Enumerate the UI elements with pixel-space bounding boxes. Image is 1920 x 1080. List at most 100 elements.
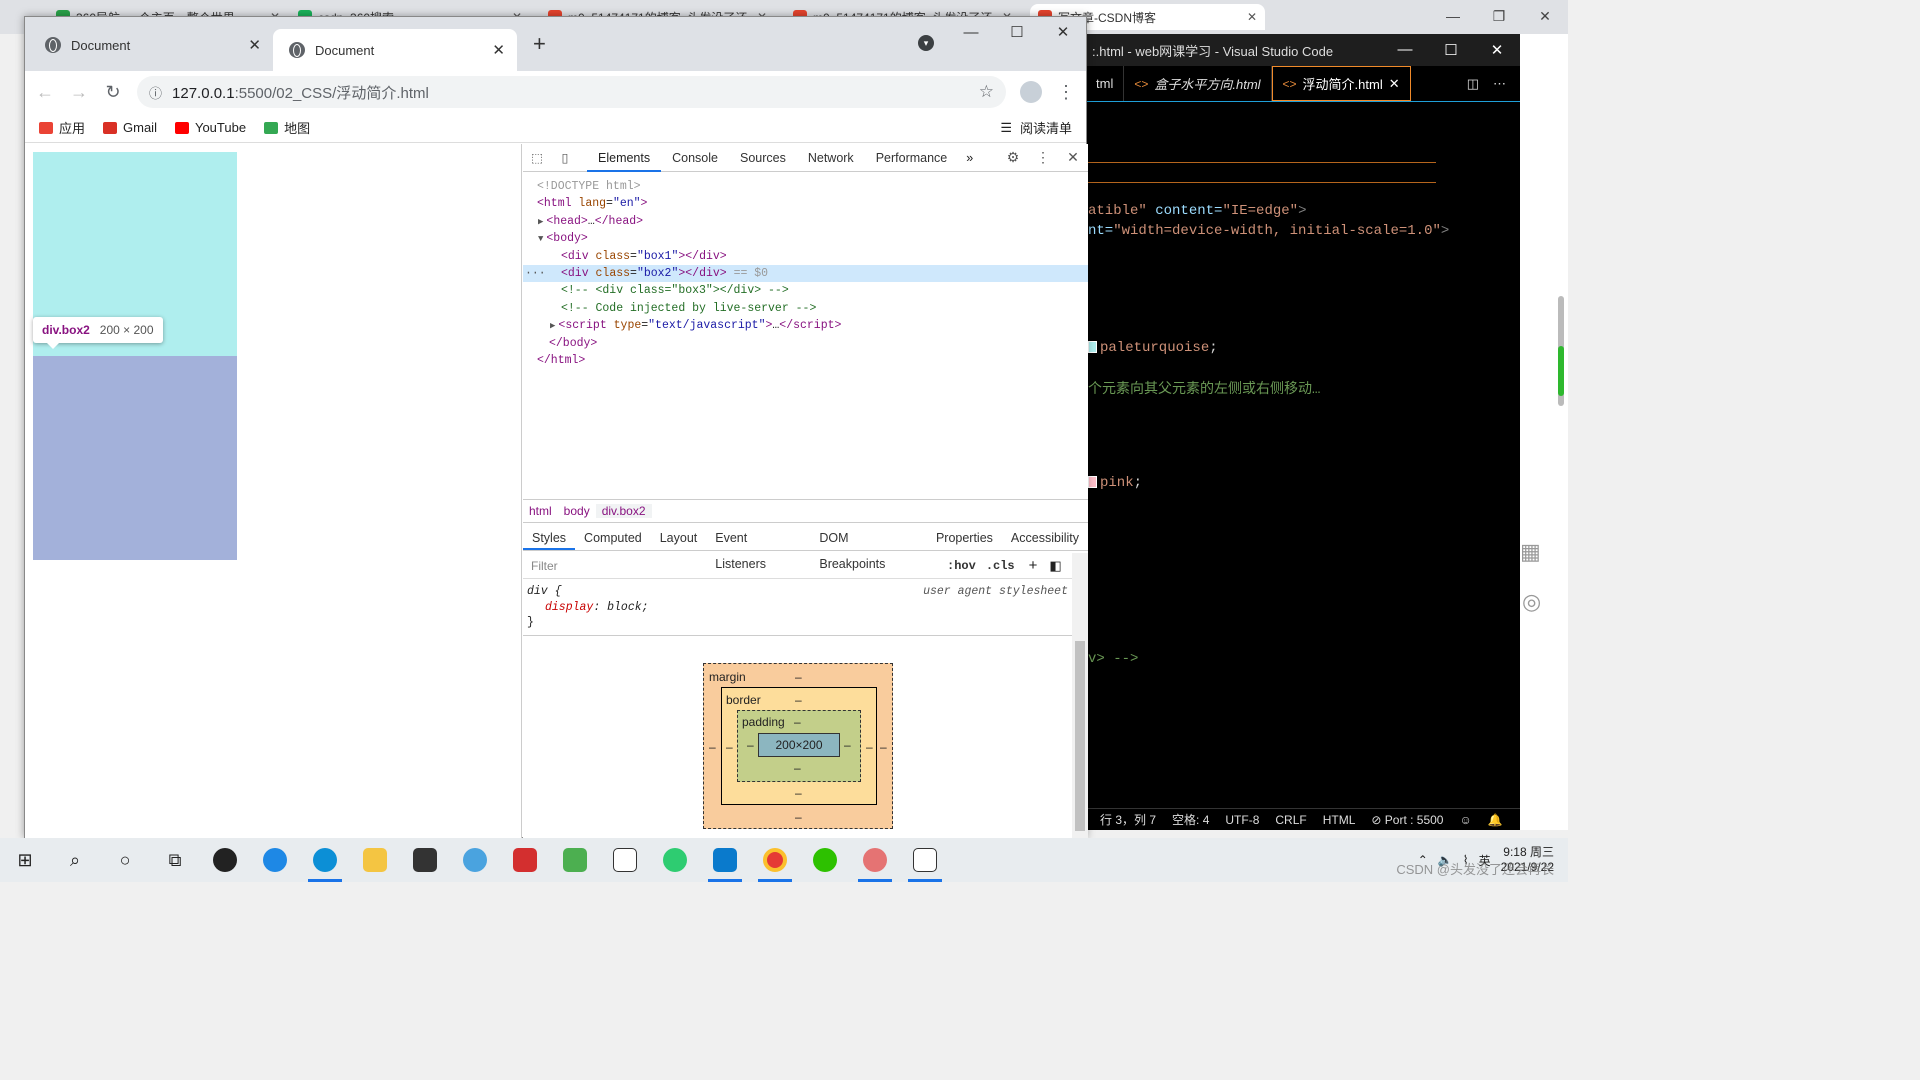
- close-icon[interactable]: ✕: [1040, 17, 1086, 49]
- hov-button[interactable]: :hov: [947, 559, 976, 573]
- expand-arrow-icon[interactable]: ▶: [550, 321, 555, 331]
- feedback-icon[interactable]: ☺: [1459, 813, 1471, 827]
- typora-icon[interactable]: [600, 838, 650, 882]
- back-icon[interactable]: ←: [35, 82, 55, 103]
- color-swatch[interactable]: [1088, 476, 1097, 489]
- restore-icon[interactable]: ❐: [1476, 0, 1522, 34]
- dom-node[interactable]: <!DOCTYPE html>: [523, 178, 1088, 195]
- minimize-icon[interactable]: —: [948, 17, 994, 49]
- bookmark-item[interactable]: Gmail: [103, 118, 157, 137]
- browser-tab[interactable]: Document ✕: [273, 29, 517, 71]
- store-icon[interactable]: [400, 838, 450, 882]
- vscode-icon[interactable]: [700, 838, 750, 882]
- close-tab-icon[interactable]: ✕: [492, 41, 505, 59]
- kebab-menu-icon[interactable]: ⋮: [1028, 149, 1058, 166]
- css-rule[interactable]: div { display: block; } user agent style…: [523, 582, 1072, 636]
- chrome-icon[interactable]: [750, 838, 800, 882]
- expand-arrow-icon[interactable]: ▼: [538, 234, 543, 244]
- app-red-icon[interactable]: [500, 838, 550, 882]
- code-editor[interactable]: atible" content="IE=edge"> nt="width=devi…: [1086, 102, 1520, 808]
- typora-2-icon[interactable]: [900, 838, 950, 882]
- app-icon[interactable]: [200, 838, 250, 882]
- maximize-icon[interactable]: ☐: [994, 17, 1040, 49]
- more-actions-icon[interactable]: ⋯: [1493, 76, 1506, 92]
- styles-subtab[interactable]: Properties: [927, 525, 1002, 550]
- task-view-icon[interactable]: ⧉: [150, 838, 200, 882]
- dom-node[interactable]: <div class="box1"></div>: [523, 248, 1088, 265]
- address-bar[interactable]: ⓘ 127.0.0.1:5500/02_CSS/浮动简介.html ☆: [137, 76, 1006, 108]
- inspect-element-icon[interactable]: ⬚: [523, 150, 551, 165]
- close-tab-icon[interactable]: ✕: [1247, 10, 1257, 24]
- app-green-icon[interactable]: [550, 838, 600, 882]
- styles-subtab[interactable]: Event Listeners: [706, 525, 810, 571]
- styles-subtab[interactable]: Styles: [523, 525, 576, 550]
- notifications-icon[interactable]: 🔔: [1488, 813, 1503, 827]
- editor-tab[interactable]: <> 盒子水平方向.html: [1124, 66, 1272, 101]
- browser-tab[interactable]: Document ✕: [29, 29, 273, 61]
- minimize-icon[interactable]: —: [1382, 41, 1428, 59]
- profile-avatar-icon[interactable]: [1020, 81, 1042, 103]
- dom-node[interactable]: ··· <div class="box2"></div> == $0: [523, 265, 1088, 282]
- support-icon[interactable]: ◎: [1522, 589, 1541, 615]
- devtools-tab[interactable]: Performance: [865, 144, 959, 172]
- devtools-tab[interactable]: Console: [661, 144, 729, 172]
- dom-node[interactable]: <!-- <div class="box3"></div> -->: [523, 282, 1088, 299]
- file-explorer-icon[interactable]: [350, 838, 400, 882]
- styles-subtab[interactable]: Accessibility: [1002, 525, 1088, 550]
- close-icon[interactable]: ✕: [1522, 0, 1568, 34]
- split-editor-icon[interactable]: ◫: [1467, 76, 1479, 92]
- dom-node[interactable]: </body>: [523, 335, 1088, 352]
- close-tab-icon[interactable]: ✕: [1389, 76, 1400, 92]
- node-actions-icon[interactable]: ···: [525, 265, 546, 282]
- tab-search-icon[interactable]: ▾: [918, 35, 934, 51]
- close-tab-icon[interactable]: ✕: [248, 36, 261, 54]
- dom-node[interactable]: <html lang="en">: [523, 195, 1088, 212]
- app-flower-icon[interactable]: [850, 838, 900, 882]
- styles-subtab[interactable]: Computed: [575, 525, 651, 550]
- status-item[interactable]: HTML: [1323, 813, 1356, 827]
- styles-subtab[interactable]: Layout: [651, 525, 707, 550]
- more-tabs-icon[interactable]: »: [958, 151, 981, 165]
- start-icon[interactable]: ⊞: [0, 838, 50, 882]
- device-toolbar-icon[interactable]: ▯: [551, 150, 579, 165]
- app-hex-icon[interactable]: [650, 838, 700, 882]
- wechat-icon[interactable]: [800, 838, 850, 882]
- rule-declaration[interactable]: display: block;: [545, 601, 649, 614]
- status-item[interactable]: ⊘ Port : 5500: [1371, 813, 1443, 827]
- dom-node[interactable]: </html>: [523, 352, 1088, 369]
- styles-scrollbar[interactable]: [1072, 553, 1088, 839]
- minimap[interactable]: [1448, 106, 1508, 146]
- cls-button[interactable]: .cls: [986, 559, 1015, 573]
- devtools-tab[interactable]: Elements: [587, 144, 662, 172]
- computed-sidebar-icon[interactable]: ◧: [1049, 558, 1061, 574]
- bookmark-item[interactable]: 应用: [39, 118, 85, 137]
- status-item[interactable]: 行 3，列 7: [1100, 811, 1156, 828]
- dom-node[interactable]: ▶ <script type="text/javascript">…</scrip…: [523, 317, 1088, 334]
- expand-arrow-icon[interactable]: ▶: [538, 217, 543, 227]
- cortana-icon[interactable]: ○: [100, 838, 150, 882]
- styles-subtab[interactable]: DOM Breakpoints: [810, 525, 927, 571]
- qr-code-icon[interactable]: ▦: [1520, 539, 1541, 565]
- breadcrumb-item[interactable]: body: [558, 504, 596, 518]
- dom-node[interactable]: ▼ <body>: [523, 230, 1088, 247]
- close-icon[interactable]: ✕: [1474, 41, 1520, 59]
- forward-icon[interactable]: →: [69, 82, 89, 103]
- elements-tree[interactable]: <!DOCTYPE html> <html lang="en"> ▶ <head>…<…: [523, 174, 1088, 496]
- bookmark-item[interactable]: 地图: [264, 118, 310, 137]
- qq-icon[interactable]: [450, 838, 500, 882]
- breadcrumb-item[interactable]: div.box2: [595, 504, 652, 518]
- dom-node[interactable]: ▶ <head>…</head>: [523, 213, 1088, 230]
- site-info-icon[interactable]: ⓘ: [149, 83, 162, 102]
- close-devtools-icon[interactable]: ✕: [1058, 149, 1088, 166]
- filter-input[interactable]: Filter: [527, 556, 937, 576]
- status-item[interactable]: UTF-8: [1225, 813, 1259, 827]
- status-item[interactable]: 空格: 4: [1172, 811, 1209, 828]
- devtools-tab[interactable]: Sources: [729, 144, 797, 172]
- reload-icon[interactable]: ↻: [103, 82, 123, 103]
- content-box[interactable]: 200×200: [758, 733, 840, 757]
- edge-icon[interactable]: [300, 838, 350, 882]
- breadcrumb-item[interactable]: html: [523, 504, 558, 518]
- bookmark-item[interactable]: YouTube: [174, 118, 246, 137]
- menu-icon[interactable]: ⋮: [1056, 82, 1076, 103]
- box2[interactable]: [33, 356, 237, 560]
